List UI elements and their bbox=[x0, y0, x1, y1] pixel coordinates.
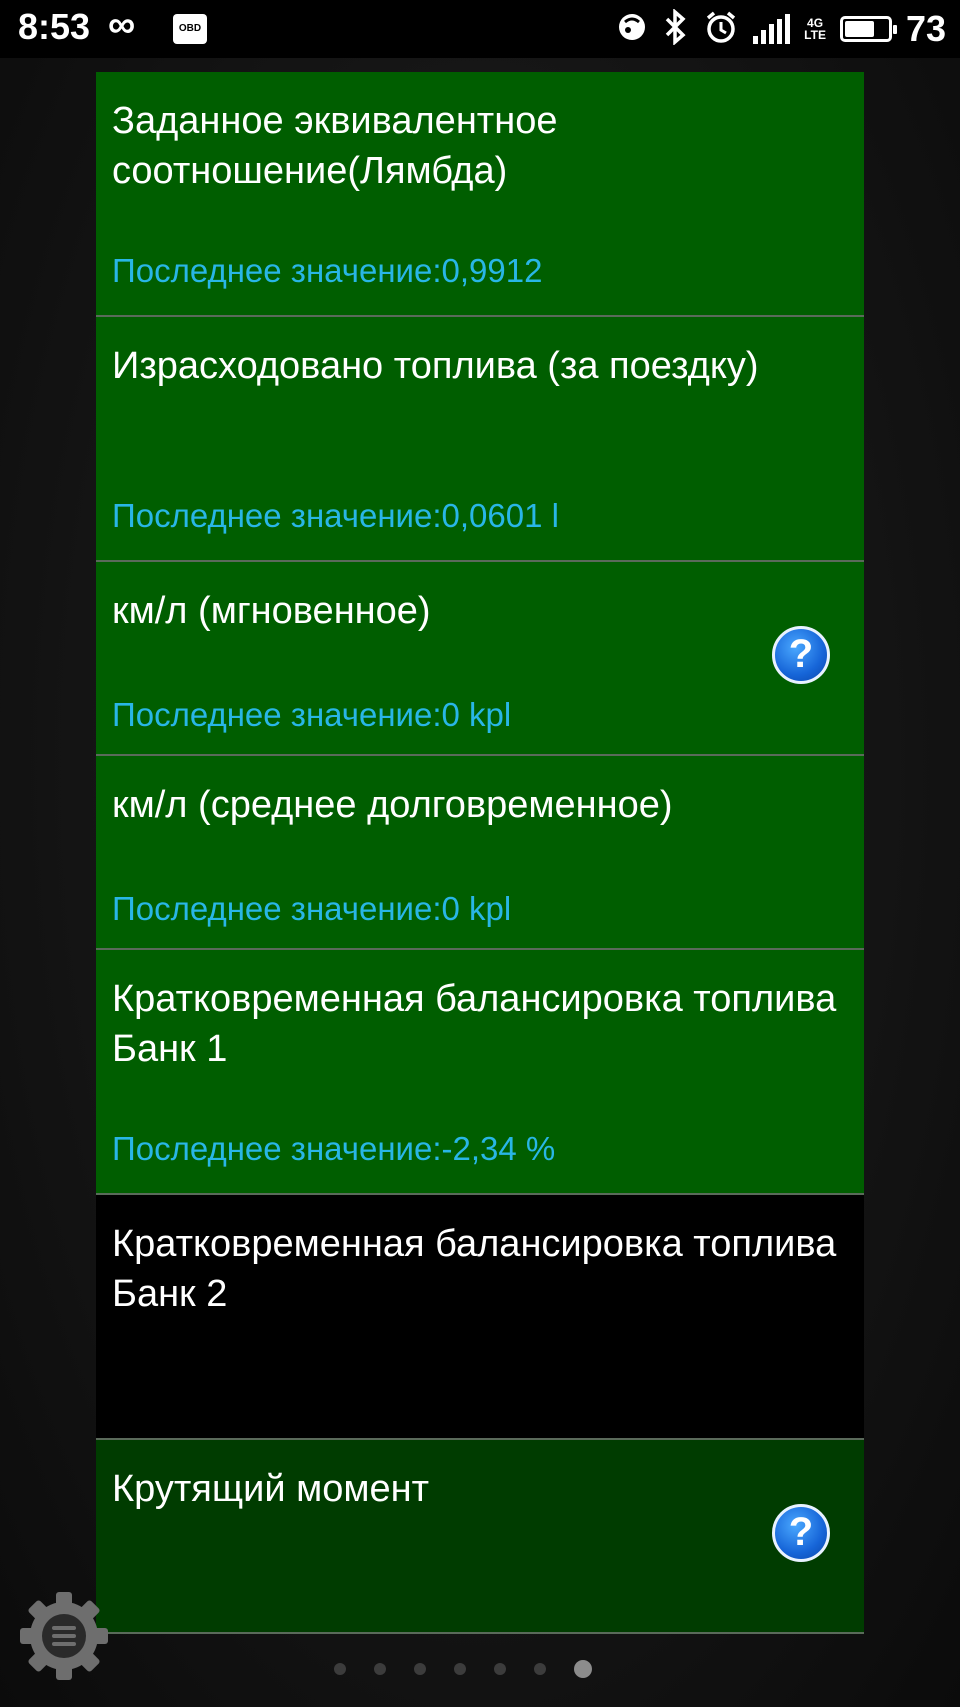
item-title: Крутящий момент bbox=[112, 1468, 430, 1510]
signal-strength-icon bbox=[753, 14, 791, 44]
item-title: км/л (среднее долговременное) bbox=[112, 784, 673, 826]
list-item[interactable]: км/л (мгновенное) Последнее значение:0 k… bbox=[96, 562, 864, 756]
list-item[interactable]: Израсходовано топлива (за поездку) После… bbox=[96, 317, 864, 562]
help-icon[interactable]: ? bbox=[772, 626, 830, 684]
status-bar: 8:53 ∞ OBD 4G LTE 73 bbox=[0, 0, 960, 58]
page-dot[interactable] bbox=[334, 1663, 346, 1675]
nfc-icon bbox=[615, 10, 649, 49]
item-title: км/л (мгновенное) bbox=[112, 590, 431, 632]
infinity-icon: ∞ bbox=[108, 4, 136, 46]
item-title: Заданное эквивалентное соотношение(Лямбд… bbox=[112, 100, 558, 192]
alarm-icon bbox=[703, 9, 739, 50]
battery-percent: 73 bbox=[905, 8, 946, 49]
clock: 8:53 bbox=[18, 6, 91, 47]
list-item[interactable]: Заданное эквивалентное соотношение(Лямбд… bbox=[96, 72, 864, 317]
item-value: Последнее значение:0,0601 l bbox=[112, 497, 559, 534]
settings-menu-button[interactable] bbox=[16, 1588, 112, 1684]
item-title: Кратковременная балансировка топлива Бан… bbox=[112, 1223, 837, 1315]
obd-icon: OBD bbox=[173, 14, 207, 44]
page-indicator bbox=[334, 1660, 592, 1678]
bluetooth-icon bbox=[663, 7, 689, 50]
lte-icon: 4G LTE bbox=[804, 16, 826, 42]
list-item[interactable]: Крутящий момент ? bbox=[96, 1440, 864, 1634]
status-icons: 4G LTE 73 bbox=[615, 6, 946, 52]
item-value: Последнее значение:0 kpl bbox=[112, 890, 512, 927]
page-dot[interactable] bbox=[494, 1663, 506, 1675]
page-dot[interactable] bbox=[414, 1663, 426, 1675]
gear-icon bbox=[20, 1592, 108, 1680]
battery-icon bbox=[839, 16, 897, 42]
page-dot[interactable] bbox=[454, 1663, 466, 1675]
page-dot[interactable] bbox=[374, 1663, 386, 1675]
item-title: Израсходовано топлива (за поездку) bbox=[112, 345, 759, 387]
item-value: Последнее значение:-2,34 % bbox=[112, 1130, 556, 1167]
page-dot[interactable] bbox=[534, 1663, 546, 1675]
item-title: Кратковременная балансировка топлива Бан… bbox=[112, 978, 837, 1070]
sensor-list: Заданное эквивалентное соотношение(Лямбд… bbox=[96, 72, 864, 1634]
help-icon[interactable]: ? bbox=[772, 1504, 830, 1562]
list-item[interactable]: км/л (среднее долговременное) Последнее … bbox=[96, 756, 864, 950]
battery-fill bbox=[844, 21, 875, 37]
list-item[interactable]: Кратковременная балансировка топлива Бан… bbox=[96, 950, 864, 1195]
page-dot-active[interactable] bbox=[574, 1660, 592, 1678]
item-value: Последнее значение:0 kpl bbox=[112, 696, 512, 733]
item-value: Последнее значение:0,9912 bbox=[112, 252, 543, 289]
list-item[interactable]: Кратковременная балансировка топлива Бан… bbox=[96, 1195, 864, 1440]
